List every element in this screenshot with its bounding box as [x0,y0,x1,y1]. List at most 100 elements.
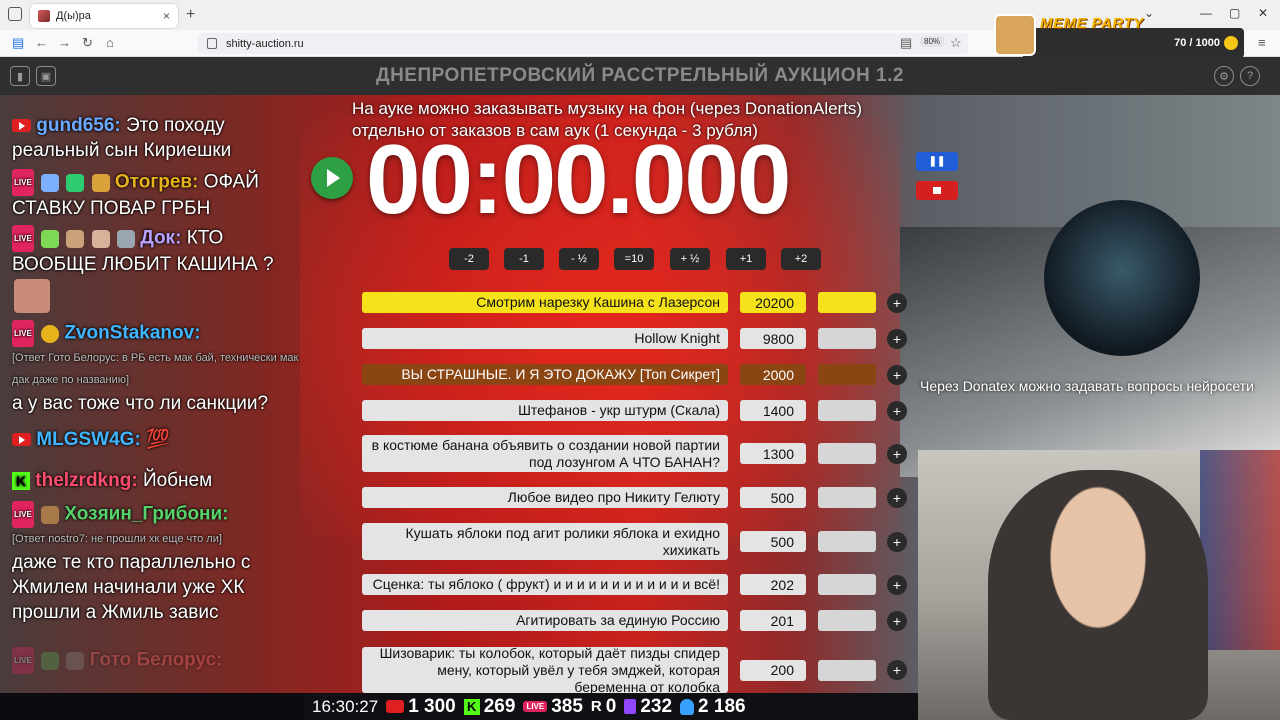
app-menu-icon[interactable]: ≡ [1258,35,1266,50]
lot-amount[interactable]: 20200 [740,292,806,313]
lot-add-button[interactable]: + [887,610,907,631]
timer-adjust-button[interactable]: + ½ [670,248,710,270]
lot-amount[interactable]: 2000 [740,364,806,385]
tab-overview-icon[interactable] [8,7,22,21]
lot-add-button[interactable]: + [887,292,907,313]
lot-add-amount-input[interactable] [818,400,876,421]
chat-text: Йобнем [142,470,213,491]
lot-amount[interactable]: 9800 [740,328,806,349]
lot-name[interactable]: Кушать яблоки под агит ролики яблока и е… [362,523,728,560]
lot-add-button[interactable]: + [887,531,907,552]
emote-icon [41,324,60,343]
emote-icon [91,229,110,248]
stop-button[interactable] [916,181,958,200]
lot-add-amount-input[interactable] [818,531,876,552]
lot-add-amount-input[interactable] [818,659,876,681]
lot-name[interactable]: Любое видео про Никиту Гелюту [362,487,728,508]
viewer-stats-bar: 16:30:27 1 300 K 269 LIVE 385 R0 232 2 186 [304,693,918,720]
lot-add-button[interactable]: + [887,400,907,421]
lot-name[interactable]: Агитировать за единую Россию [362,610,728,631]
lot-add-button[interactable]: + [887,328,907,349]
twitch-icon [624,699,637,714]
site-info-icon[interactable] [207,38,217,49]
lot-amount[interactable]: 201 [740,610,806,631]
lot-add-button[interactable]: + [887,660,907,680]
stream-clock: 16:30:27 [312,696,379,716]
lot-add-button[interactable]: + [887,443,907,464]
help-icon[interactable]: ? [1240,66,1260,86]
lot-add-amount-input[interactable] [818,364,876,385]
lot-add-button[interactable]: + [887,487,907,508]
reader-view-icon[interactable]: ▤ [900,35,912,51]
doge-logo-icon [994,14,1036,56]
chat-username: ZvonStakanov: [64,322,201,344]
lot-name[interactable]: Сценка: ты яблоко ( фрукт) и и и и и и и… [362,574,728,595]
play-button[interactable] [311,157,353,199]
youtube-viewers: 1 300 [386,696,456,718]
emote-icon [116,229,135,248]
lot-add-button[interactable]: + [887,574,907,595]
chat-username: Хозяин_Грибони: [64,503,229,525]
lot-name[interactable]: Смотрим нарезку Кашина с Лазерсон [362,292,728,313]
auction-title: ДНЕПРОПЕТРОВСКИЙ РАССТРЕЛЬНЫЙ АУКЦИОН 1.… [376,65,904,86]
lot-name[interactable]: Шизоварик: ты колобок, который даёт пизд… [362,645,728,695]
chat-text: а у вас тоже что ли санкции? [12,393,269,414]
lot-amount[interactable]: 500 [740,487,806,508]
lot-amount[interactable]: 202 [740,574,806,595]
tab-close-icon[interactable]: × [163,9,170,23]
lot-amount[interactable]: 200 [740,659,806,681]
timer-adjust-button[interactable]: +1 [726,248,766,270]
donatex-note: Через Donatex можно задавать вопросы ней… [920,378,1254,394]
address-bar[interactable]: shitty-auction.ru [198,33,968,54]
close-window-button[interactable]: ✕ [1258,6,1268,20]
kick-viewers: K 269 [463,696,515,718]
lot-name[interactable]: ВЫ СТРАШНЫЕ. И Я ЭТО ДОКАЖУ [Топ Сикрет] [362,364,728,385]
timer-adjust-button[interactable]: +2 [781,248,821,270]
lot-add-amount-input[interactable] [818,292,876,313]
lot-add-amount-input[interactable] [818,328,876,349]
new-tab-button[interactable]: + [186,6,195,24]
live-badge-icon: LIVE [12,169,34,196]
timer-adjust-button[interactable]: -2 [449,248,489,270]
settings-gear-icon[interactable]: ⚙ [1214,66,1234,86]
chat-message: MLGSW4G: 💯 [12,427,302,452]
lot-name[interactable]: Штефанов - укр штурм (Скала) [362,400,728,421]
meme-party-progress: 70 / 1000 [1174,37,1220,49]
chat-username: thelzrdkng: [35,470,138,491]
lot-amount[interactable]: 1300 [740,443,806,464]
forward-button[interactable]: → [58,35,71,50]
lot-add-amount-input[interactable] [818,610,876,631]
auction-header: ▮ ▣ ДНЕПРОПЕТРОВСКИЙ РАССТРЕЛЬНЫЙ АУКЦИО… [0,57,1280,95]
vk-viewers: LIVE 385 [523,696,583,718]
lot-add-amount-input[interactable] [818,487,876,508]
lot-add-amount-input[interactable] [818,443,876,464]
lot-amount[interactable]: 1400 [740,400,806,421]
back-button[interactable]: ← [35,35,48,50]
timer-adjust-button[interactable]: -1 [504,248,544,270]
face-emote-icon [14,279,50,313]
browser-tab[interactable]: Д(ы)ра × [30,4,178,28]
sidebar-toggle-icon[interactable]: ▤ [12,35,24,51]
chat-text: 💯 [146,429,170,450]
live-badge-icon: LIVE [12,320,34,347]
lot-add-button[interactable]: + [887,364,907,385]
chat-message: LIVE Гото Белорус: [12,647,302,674]
zoom-indicator[interactable]: 80% [920,36,945,47]
chat-username: Док: [140,227,182,249]
lot-name[interactable]: Hollow Knight [362,328,728,349]
bookmark-star-icon[interactable]: ☆ [950,35,962,51]
webcam-feed [918,450,1280,720]
lot-amount[interactable]: 500 [740,531,806,552]
lot-name[interactable]: в костюме банана объявить о создании нов… [362,435,728,472]
chat-username: MLGSW4G: [36,429,141,450]
pause-button[interactable]: ❚❚ [916,152,958,171]
background-flag-image [1200,450,1280,650]
timer-adjust-button[interactable]: - ½ [559,248,599,270]
live-badge-icon: LIVE [12,225,34,252]
lot-add-amount-input[interactable] [818,574,876,595]
reload-button[interactable]: ↻ [82,35,93,51]
home-button[interactable]: ⌂ [106,35,114,50]
timer-adjust-button[interactable]: =10 [614,248,654,270]
url-text: shitty-auction.ru [226,37,304,50]
chat-message: gund656: Это походу реальный сын Кириешк… [12,113,302,163]
